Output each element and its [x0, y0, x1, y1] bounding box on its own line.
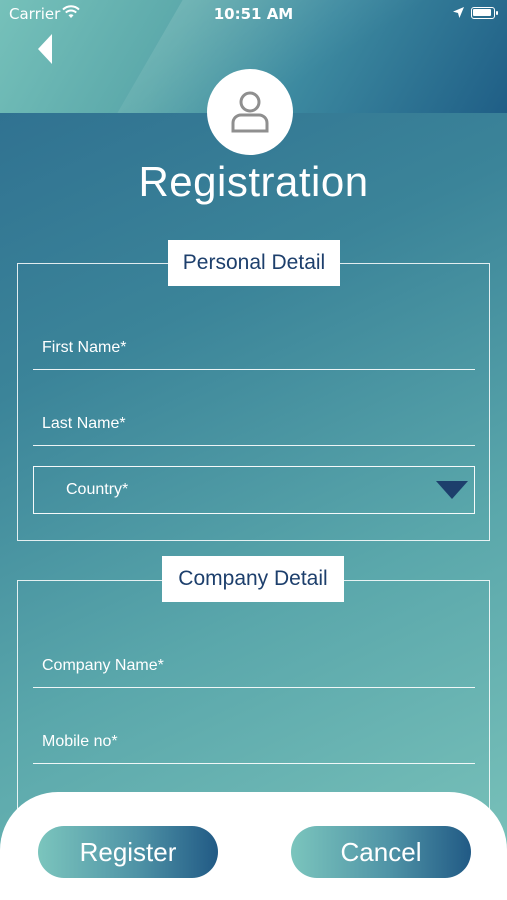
mobile-input[interactable] [33, 720, 475, 763]
first-name-field[interactable] [33, 326, 475, 370]
register-button[interactable]: Register [38, 826, 218, 878]
company-name-input[interactable] [33, 644, 475, 687]
battery-icon [471, 7, 498, 19]
clock: 10:51 AM [213, 5, 294, 23]
back-button[interactable] [34, 32, 58, 66]
company-detail-section [17, 580, 490, 820]
country-select-value: Country* [66, 481, 129, 498]
cancel-button[interactable]: Cancel [291, 826, 471, 878]
personal-detail-label: Personal Detail [168, 240, 340, 286]
avatar [207, 69, 293, 155]
user-icon [231, 91, 269, 133]
company-detail-label: Company Detail [162, 556, 344, 602]
dropdown-caret-icon [436, 481, 468, 499]
company-name-field[interactable] [33, 644, 475, 688]
first-name-input[interactable] [33, 326, 475, 369]
mobile-field[interactable] [33, 720, 475, 764]
back-arrow-icon [38, 34, 52, 64]
page-title: Registration [138, 158, 369, 205]
location-arrow-icon [452, 5, 465, 23]
last-name-input[interactable] [33, 402, 475, 445]
last-name-field[interactable] [33, 402, 475, 446]
country-select[interactable]: Country* [33, 466, 475, 514]
status-bar: Carrier 10:51 AM [0, 0, 507, 28]
